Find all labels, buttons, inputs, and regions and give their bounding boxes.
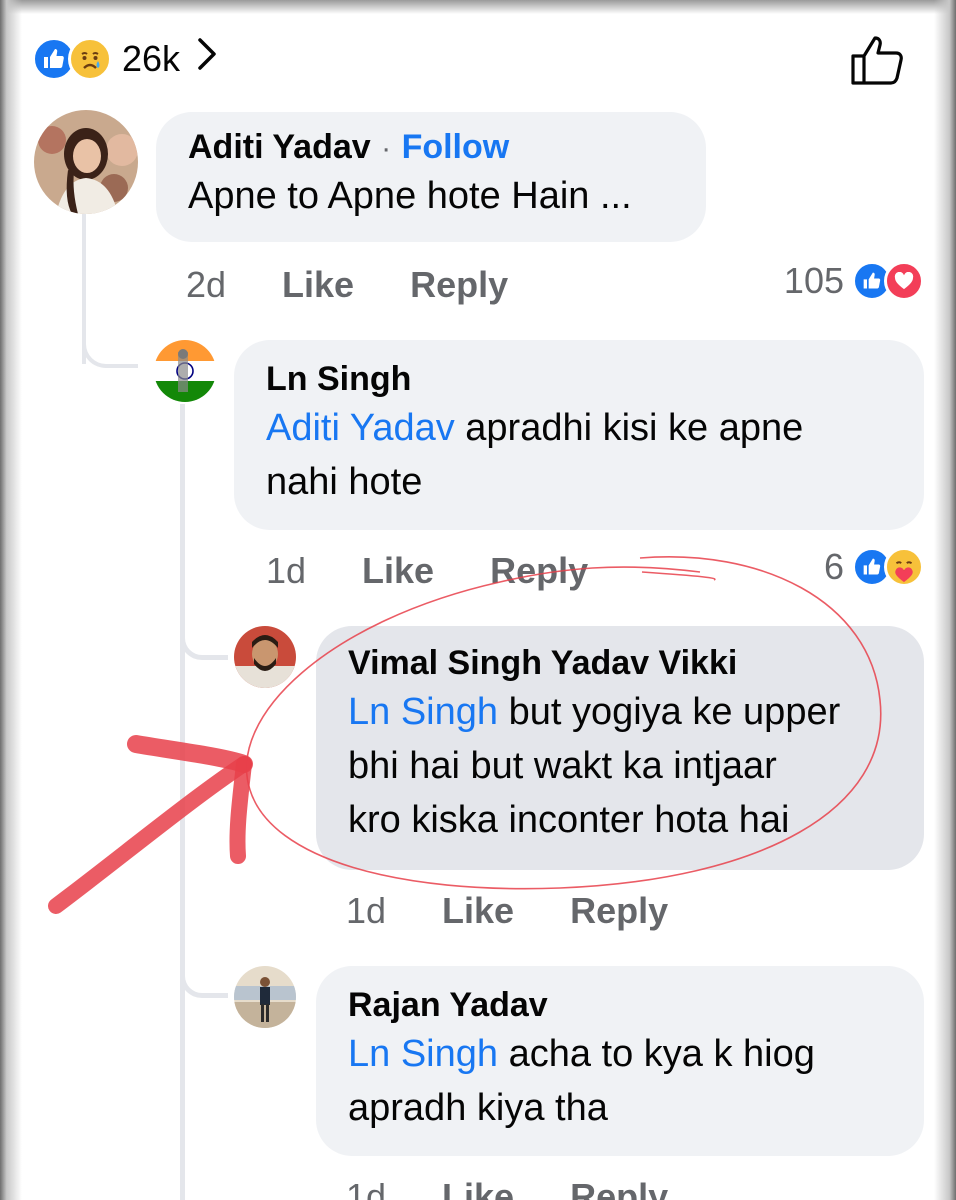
- comment-text: Ln Singh acha to kya k hiog apradh kiya …: [348, 1027, 892, 1135]
- comment-bubble-highlighted[interactable]: Vimal Singh Yadav Vikki Ln Singh but yog…: [316, 626, 924, 870]
- comment-time[interactable]: 2d: [186, 264, 226, 306]
- avatar[interactable]: [34, 110, 138, 214]
- reaction-summary[interactable]: 26k: [32, 36, 220, 82]
- comment-time[interactable]: 1d: [266, 550, 306, 592]
- follow-button[interactable]: Follow: [402, 128, 510, 166]
- comment-text-part: bhi hai but wakt ka intjaar: [348, 745, 777, 787]
- thread-branch-2: [180, 958, 228, 998]
- reaction-count: 105: [783, 260, 844, 301]
- comment-actions: 2d Like Reply: [186, 264, 564, 306]
- comment-author[interactable]: Vimal Singh Yadav Vikki: [348, 644, 892, 683]
- comment-reactions[interactable]: 6: [824, 546, 924, 588]
- thread-branch-1: [180, 620, 228, 660]
- comment-actions: 1d Like Reply: [266, 550, 644, 592]
- comment-text-part: but yogiya ke upper: [498, 691, 841, 733]
- screen-edge: [0, 0, 956, 14]
- avatar[interactable]: [234, 626, 296, 688]
- reply-button[interactable]: Reply: [410, 264, 508, 306]
- like-button[interactable]: Like: [442, 1176, 514, 1200]
- comment-text-part: apradh kiya tha: [348, 1087, 608, 1129]
- separator-dot: ·: [381, 132, 392, 165]
- comment-text: Apne to Apne hote Hain ...: [188, 175, 632, 217]
- thread-line-replies: [180, 404, 185, 1200]
- comment-time[interactable]: 1d: [346, 1176, 386, 1200]
- comment-text-part: acha to kya k hiog: [498, 1033, 815, 1075]
- comment-text: Ln Singh but yogiya ke upper bhi hai but…: [348, 685, 892, 847]
- screen-edge-left: [0, 0, 22, 1200]
- mention-link[interactable]: Ln Singh: [348, 691, 498, 733]
- comment-author[interactable]: Ln Singh: [266, 360, 892, 399]
- like-button[interactable]: Like: [442, 890, 514, 932]
- comment-reactions[interactable]: 105: [784, 260, 924, 302]
- reaction-count: 26k: [122, 38, 181, 79]
- avatar[interactable]: [154, 340, 216, 402]
- comment-bubble[interactable]: Aditi Yadav · Follow Apne to Apne hote H…: [156, 112, 706, 242]
- reply-button[interactable]: Reply: [570, 1176, 668, 1200]
- care-reaction-icon: [884, 547, 924, 587]
- like-button[interactable]: Like: [362, 550, 434, 592]
- comment-actions: 1d Like Reply: [346, 890, 724, 932]
- love-reaction-icon: [884, 261, 924, 301]
- comment-text-part: apradhi kisi ke apne: [454, 407, 804, 449]
- avatar[interactable]: [234, 966, 296, 1028]
- comment-bubble[interactable]: Ln Singh Aditi Yadav apradhi kisi ke apn…: [234, 340, 924, 530]
- thread-line-main-curve: [82, 334, 138, 368]
- sad-reaction-icon: [68, 37, 112, 81]
- like-button[interactable]: Like: [282, 264, 354, 306]
- reaction-count: 6: [823, 546, 844, 587]
- thumbs-up-outline-icon[interactable]: [850, 34, 904, 86]
- comment-bubble[interactable]: Rajan Yadav Ln Singh acha to kya k hiog …: [316, 966, 924, 1156]
- mention-link[interactable]: Aditi Yadav: [266, 407, 455, 449]
- comment-author[interactable]: Rajan Yadav: [348, 986, 892, 1025]
- comment-time[interactable]: 1d: [346, 890, 386, 932]
- comment-author[interactable]: Aditi Yadav: [188, 128, 371, 166]
- screen-edge-right: [934, 0, 956, 1200]
- comment-text-part: nahi hote: [266, 461, 423, 503]
- comments-screen: 26k Aditi Yadav · Follow Apne to Apne ho…: [0, 0, 956, 1200]
- chevron-right-icon[interactable]: [196, 36, 220, 82]
- mention-link[interactable]: Ln Singh: [348, 1033, 498, 1075]
- reply-button[interactable]: Reply: [570, 890, 668, 932]
- comment-text: Aditi Yadav apradhi kisi ke apne nahi ho…: [266, 401, 892, 509]
- comment-actions: 1d Like Reply: [346, 1176, 724, 1200]
- reply-button[interactable]: Reply: [490, 550, 588, 592]
- comment-text-part: kro kiska inconter hota hai: [348, 799, 790, 841]
